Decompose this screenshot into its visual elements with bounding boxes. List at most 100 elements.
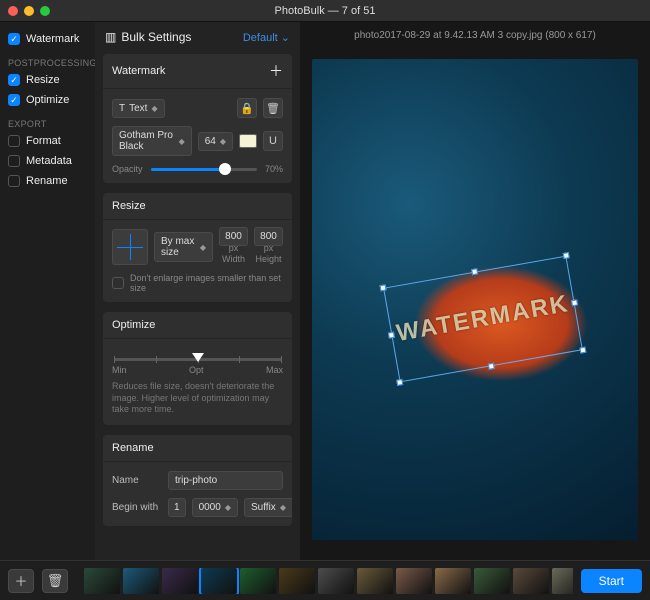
slider-thumb[interactable] [192,353,204,362]
opacity-value: 70% [265,164,283,174]
position-select[interactable]: Suffix◆ [244,498,292,517]
window-title: PhotoBulk — 7 of 51 [0,5,650,17]
sidebar-item-label: Resize [26,74,60,86]
checkbox-icon[interactable] [8,155,20,167]
resize-handle[interactable] [571,299,578,306]
sidebar: ✓ Watermark POSTPROCESSING ✓ Resize ✓ Op… [0,22,95,560]
resize-handle[interactable] [488,363,495,370]
sidebar-item-watermark[interactable]: ✓ Watermark [6,30,89,48]
minimize-icon[interactable] [24,6,34,16]
sidebar-item-label: Optimize [26,94,69,106]
thumbnail[interactable] [318,568,354,594]
width-label: Width [219,254,248,264]
footer: ＋ 🗑 Start [0,560,650,600]
opacity-slider[interactable] [151,168,257,171]
height-label: Height [254,254,283,264]
thumbnail[interactable] [396,568,432,594]
thumbnail[interactable] [435,568,471,594]
resize-handle[interactable] [388,331,395,338]
thumbnail[interactable] [123,568,159,594]
sidebar-item-rename[interactable]: Rename [6,172,89,190]
chevron-down-icon: ◆ [151,104,157,113]
window-controls [0,6,50,16]
sidebar-item-label: Watermark [26,33,79,45]
checkbox-icon[interactable]: ✓ [8,33,20,45]
resize-handle[interactable] [563,252,570,259]
sidebar-section-export: EXPORT [6,111,89,132]
trash-icon[interactable]: 🗑 [263,98,283,118]
panel-title: Rename [112,442,154,454]
lock-icon[interactable]: 🔒 [237,98,257,118]
font-select[interactable]: Gotham Pro Black◆ [112,126,192,156]
panel-rename: Rename Name trip-photo Begin with 1 0000… [103,435,292,526]
preview-image[interactable]: WATERMARK [312,59,638,540]
panel-watermark: Watermark ＋ T Text ◆ 🔒 🗑 Gotham Pro B [103,54,292,183]
watermark-text: WATERMARK [395,290,572,348]
font-size-stepper[interactable]: 64◆ [198,132,233,151]
text-icon: T [119,103,125,114]
thumbnail[interactable] [201,568,237,594]
thumbnail[interactable] [279,568,315,594]
optimize-hint: Reduces file size, doesn't deteriorate t… [112,381,283,416]
add-button[interactable]: ＋ [8,569,34,593]
slider-thumb[interactable] [219,163,231,175]
thumbnail[interactable] [162,568,198,594]
begin-with-label: Begin with [112,502,162,513]
chevron-down-icon: ◆ [200,243,206,252]
settings-column: ▥ Bulk Settings Default ⌄ Watermark ＋ T … [95,22,300,560]
panel-title: Watermark [112,65,165,77]
watermark-overlay[interactable]: WATERMARK [383,255,583,382]
begin-with-field[interactable]: 1 [168,498,186,517]
preview-filename: photo2017-08-29 at 9.42.13 AM 3 copy.jpg… [300,22,650,49]
color-swatch[interactable] [239,134,257,148]
panel-title: Resize [112,200,146,212]
optimize-slider[interactable] [114,358,281,361]
add-watermark-button[interactable]: ＋ [269,61,283,81]
stepper-icon: ◆ [220,137,226,146]
watermark-type-select[interactable]: T Text ◆ [112,99,165,118]
checkbox-icon[interactable] [8,175,20,187]
thumbnail[interactable] [474,568,510,594]
thumbnail[interactable] [357,568,393,594]
resize-handle[interactable] [397,379,404,386]
sidebar-item-label: Rename [26,175,68,187]
digits-select[interactable]: 0000◆ [192,498,238,517]
checkbox-icon[interactable]: ✓ [8,94,20,106]
thumbnail[interactable] [240,568,276,594]
dont-enlarge-label: Don't enlarge images smaller than set si… [130,273,283,293]
chevron-down-icon: ◆ [225,503,231,512]
name-label: Name [112,475,162,486]
thumbnail[interactable] [84,568,120,594]
optimize-max-label: Max [266,365,283,375]
settings-title: Bulk Settings [121,30,191,44]
checkbox-icon[interactable]: ✓ [8,74,20,86]
preset-dropdown[interactable]: Default ⌄ [243,31,290,44]
chevron-down-icon: ⌄ [281,32,290,44]
resize-handle[interactable] [580,346,587,353]
checkbox-icon[interactable] [8,135,20,147]
preview-pane: photo2017-08-29 at 9.42.13 AM 3 copy.jpg… [300,22,650,560]
thumbnail[interactable] [552,568,573,594]
sidebar-item-resize[interactable]: ✓ Resize [6,71,89,89]
sidebar-item-metadata[interactable]: Metadata [6,152,89,170]
titlebar: PhotoBulk — 7 of 51 [0,0,650,22]
resize-handle[interactable] [471,268,478,275]
resize-mode-select[interactable]: By max size◆ [154,232,213,262]
sidebar-item-optimize[interactable]: ✓ Optimize [6,91,89,109]
chevron-down-icon: ◆ [280,503,286,512]
sidebar-item-format[interactable]: Format [6,132,89,150]
dont-enlarge-checkbox[interactable] [112,277,124,289]
close-icon[interactable] [8,6,18,16]
start-button[interactable]: Start [581,569,642,593]
thumbnail[interactable] [513,568,549,594]
sidebar-section-postprocessing: POSTPROCESSING [6,50,89,71]
name-field[interactable]: trip-photo [168,471,283,490]
sidebar-item-label: Metadata [26,155,72,167]
resize-handle[interactable] [380,284,387,291]
optimize-min-label: Min [112,365,127,375]
delete-button[interactable]: 🗑 [42,569,68,593]
resize-anchor-icon[interactable] [112,229,148,265]
panel-optimize: Optimize Min Opt Max Reduces file size, … [103,312,292,425]
maximize-icon[interactable] [40,6,50,16]
underline-button[interactable]: U [263,131,283,151]
